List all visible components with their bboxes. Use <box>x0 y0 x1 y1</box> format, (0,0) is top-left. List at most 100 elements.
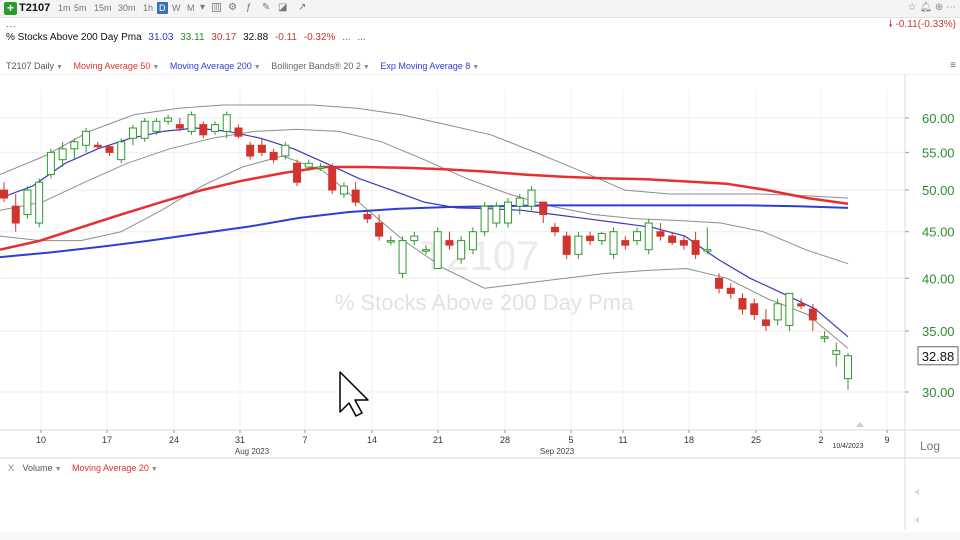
candle-body[interactable] <box>832 350 841 355</box>
timeframe-1h[interactable]: 1h <box>143 3 153 13</box>
settings-icon[interactable]: ⚙ <box>228 2 237 13</box>
candle-body[interactable] <box>351 189 360 203</box>
candle-body[interactable] <box>761 319 770 326</box>
candle-body[interactable] <box>58 148 67 161</box>
candle-body[interactable] <box>35 181 44 224</box>
bell-icon[interactable]: 🔔︎ <box>919 2 932 13</box>
candle-body[interactable] <box>492 205 501 224</box>
candle-body[interactable] <box>715 277 724 289</box>
candle-body[interactable] <box>773 303 782 321</box>
candle-body[interactable] <box>797 303 806 307</box>
candle-body[interactable] <box>152 120 161 132</box>
candle-body[interactable] <box>820 336 829 339</box>
indicator-daily[interactable]: T2107 Daily ▼ <box>6 61 63 71</box>
candle-body[interactable] <box>574 235 583 255</box>
candle-body[interactable] <box>175 124 184 129</box>
candle-body[interactable] <box>70 141 79 150</box>
indicator-ma50[interactable]: Moving Average 50 ▼ <box>73 61 159 71</box>
candle-body[interactable] <box>504 201 513 224</box>
candle-body[interactable] <box>457 240 466 260</box>
candle-body[interactable] <box>738 298 747 310</box>
candle-body[interactable] <box>515 197 524 207</box>
candle-body[interactable] <box>82 130 91 146</box>
symbol-menu-dots[interactable]: ... <box>6 19 17 29</box>
volume-indicator[interactable]: Volume ▼ <box>23 463 62 473</box>
chart-type-icon[interactable]: ||| <box>212 3 222 12</box>
symbol-input[interactable]: T2107 <box>19 2 50 14</box>
timeframe-d[interactable]: D <box>157 2 168 14</box>
candle-body[interactable] <box>117 141 126 161</box>
candle-body[interactable] <box>633 231 641 242</box>
candle-body[interactable] <box>445 240 454 246</box>
more-icon[interactable]: ⋯ <box>946 2 956 13</box>
candle-body[interactable] <box>386 240 395 243</box>
chevron-down-icon[interactable]: ▾ <box>200 2 205 13</box>
caret-down-icon[interactable]: ▼ <box>363 64 370 71</box>
add-symbol-icon[interactable]: + <box>4 2 17 15</box>
pencil-icon[interactable]: ✎ <box>262 2 270 13</box>
caret-down-icon[interactable]: ▼ <box>472 64 479 71</box>
candle-body[interactable] <box>527 189 536 207</box>
caret-down-icon[interactable]: ▼ <box>151 466 158 473</box>
candle-body[interactable] <box>246 144 255 157</box>
candle-body[interactable] <box>222 114 231 132</box>
candle-body[interactable] <box>808 308 817 321</box>
candle-body[interactable] <box>668 235 677 243</box>
candle-body[interactable] <box>234 127 243 137</box>
candle-body[interactable] <box>726 287 735 294</box>
zoom-icon[interactable]: ⊕ <box>935 2 943 13</box>
candle-body[interactable] <box>187 114 196 132</box>
timeframe-30m[interactable]: 30m <box>118 3 136 13</box>
caret-down-icon[interactable]: ▼ <box>56 64 63 71</box>
indicator-ema8[interactable]: Exp Moving Average 8 ▼ <box>380 61 479 71</box>
candle-body[interactable] <box>562 235 571 255</box>
candle-body[interactable] <box>422 249 430 252</box>
candle-body[interactable] <box>93 144 102 148</box>
candle-body[interactable] <box>269 151 278 161</box>
candle-body[interactable] <box>597 232 606 242</box>
candle-body[interactable] <box>375 222 384 237</box>
star-icon[interactable]: ☆ <box>908 2 917 13</box>
candle-body[interactable] <box>468 231 477 251</box>
candle-body[interactable] <box>609 231 618 255</box>
candle-body[interactable] <box>433 231 442 270</box>
indicator-bollinger[interactable]: Bollinger Bands® 20 2 ▼ <box>271 61 370 71</box>
candle-body[interactable] <box>621 240 630 246</box>
candle-body[interactable] <box>199 124 208 136</box>
caret-down-icon[interactable]: ▼ <box>152 64 159 71</box>
timeframe-1m[interactable]: 1m <box>58 3 71 13</box>
candle-body[interactable] <box>46 151 55 176</box>
indicators-icon[interactable]: ƒ <box>246 2 252 13</box>
timeframe-15m[interactable]: 15m <box>94 3 112 13</box>
candle-body[interactable] <box>480 205 489 233</box>
candle-body[interactable] <box>293 162 302 183</box>
drawing-tools-icon[interactable]: ◪ <box>278 2 287 13</box>
candle-body[interactable] <box>211 124 219 132</box>
candle-body[interactable] <box>550 226 559 233</box>
close-panel-button[interactable]: X <box>8 463 14 473</box>
candle-body[interactable] <box>11 205 20 224</box>
candle-body[interactable] <box>785 292 794 326</box>
timeframe-5m[interactable]: 5m <box>74 3 87 13</box>
candle-body[interactable] <box>23 189 32 216</box>
candle-body[interactable] <box>750 303 759 315</box>
candle-body[interactable] <box>339 185 348 195</box>
indicator-ma200[interactable]: Moving Average 200 ▼ <box>170 61 261 71</box>
candle-body[interactable] <box>410 235 419 242</box>
caret-down-icon[interactable]: ▼ <box>55 466 62 473</box>
candle-body[interactable] <box>363 214 372 220</box>
timeframe-w[interactable]: W <box>172 3 181 13</box>
candle-body[interactable] <box>128 127 137 139</box>
candle-body[interactable] <box>539 201 548 216</box>
candle-body[interactable] <box>257 144 266 153</box>
candle-body[interactable] <box>140 120 149 139</box>
candle-body[interactable] <box>304 162 313 168</box>
candle-body[interactable] <box>105 146 114 153</box>
candle-body[interactable] <box>316 166 325 170</box>
price-chart[interactable]: 30.00 35.00 40.00 45.00 50.00 55.00 60.00 10 17 2… <box>0 74 960 530</box>
share-icon[interactable]: ↗ <box>298 2 306 13</box>
candle-body[interactable] <box>164 117 173 122</box>
timeframe-m[interactable]: M <box>187 3 195 13</box>
candle-body[interactable] <box>691 240 700 255</box>
candle-body[interactable] <box>679 240 688 246</box>
